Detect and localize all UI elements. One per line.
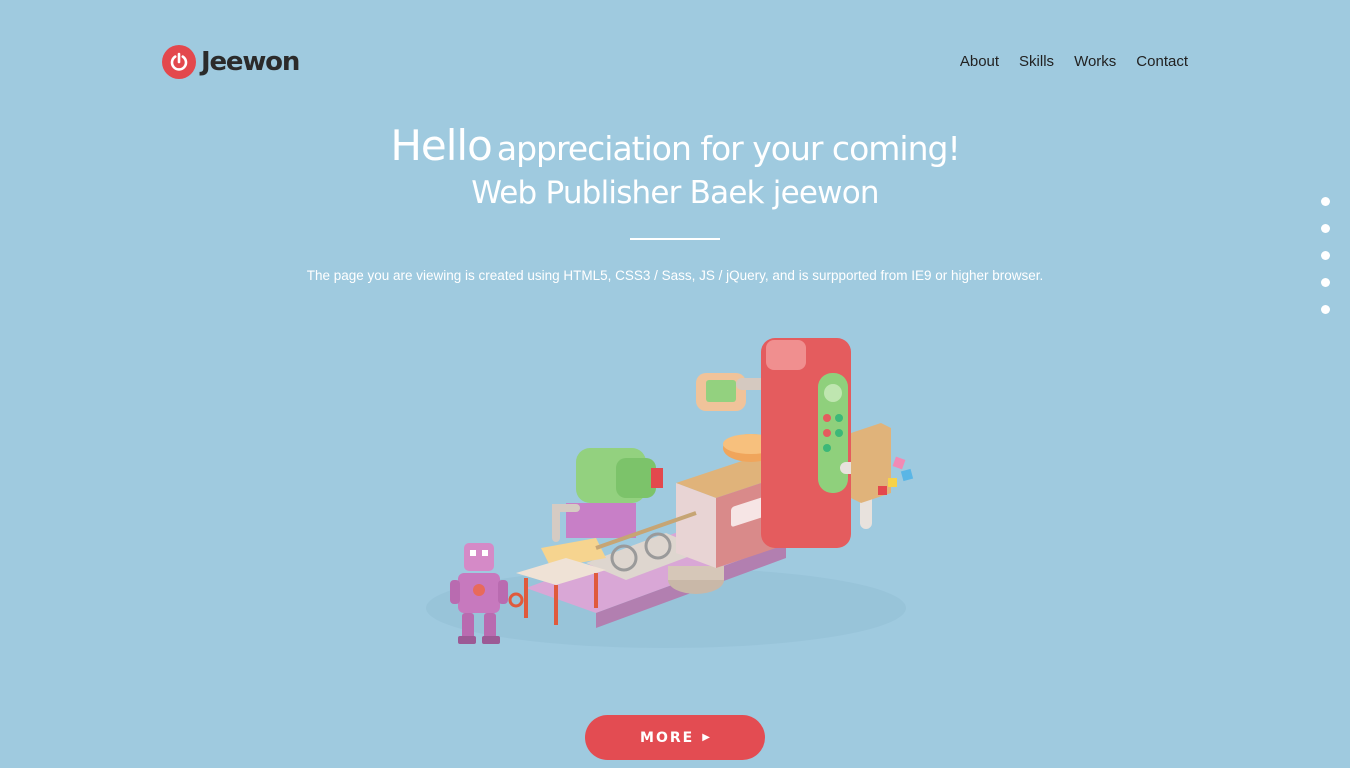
logo[interactable]: Jeewon [162,44,300,80]
nav-item-works[interactable]: Works [1074,52,1116,72]
nav-item-contact[interactable]: Contact [1136,52,1188,72]
logo-text: Jeewon [201,47,300,77]
section-dot-5[interactable] [1321,305,1330,314]
section-dot-2[interactable] [1321,224,1330,233]
power-icon [162,45,196,79]
nav-item-about[interactable]: About [960,52,999,72]
section-dot-1[interactable] [1321,197,1330,206]
page: Jeewon About Skills Works Contact Hello … [0,0,1350,768]
hero-description: The page you are viewing is created usin… [306,268,1044,283]
section-dot-4[interactable] [1321,278,1330,287]
more-button[interactable]: MORE ▶ [585,715,765,760]
nav-item-skills[interactable]: Skills [1019,52,1054,72]
more-button-label: MORE [640,729,695,746]
hello-text: Hello [390,121,492,170]
hero-divider [630,238,720,240]
section-dot-nav [1321,197,1331,332]
main-nav: About Skills Works Contact [940,52,1188,72]
section-dot-3[interactable] [1321,251,1330,260]
greeting-text: appreciation for your coming! [496,129,961,168]
caret-right-icon: ▶ [702,732,710,743]
hero-subtitle: Web Publisher Baek jeewon [471,175,879,211]
factory-robot-illustration [366,318,984,668]
